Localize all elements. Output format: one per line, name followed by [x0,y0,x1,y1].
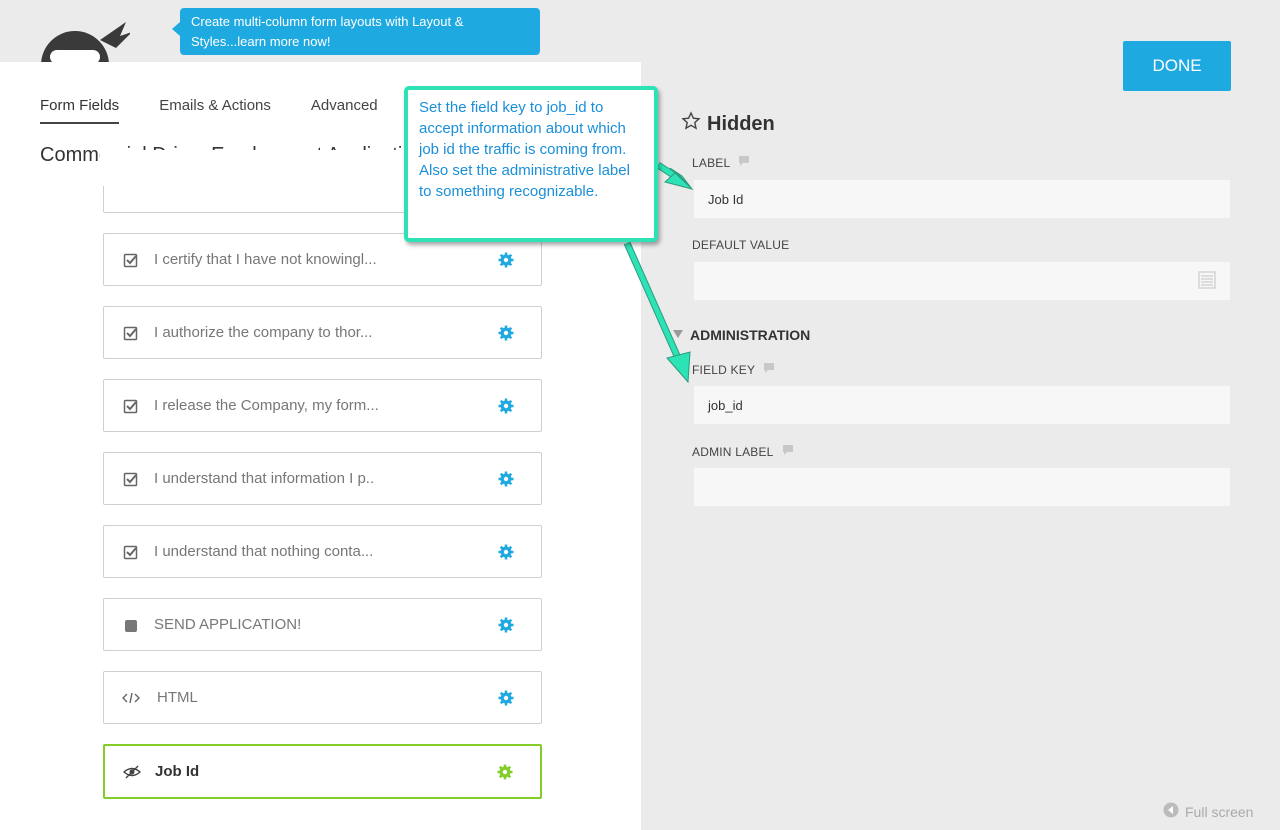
fullscreen-arrow-icon [1163,802,1179,821]
checkbox-icon [104,325,154,341]
gear-icon[interactable] [471,398,541,414]
gear-icon[interactable] [471,617,541,633]
checkbox-icon [104,471,154,487]
gear-icon[interactable] [470,764,540,780]
field-label: SEND APPLICATION! [154,616,302,633]
admin-label-caption: ADMIN LABEL [692,444,794,459]
default-value-caption: DEFAULT VALUE [692,238,789,252]
checkbox-icon [104,544,154,560]
field-key-caption-text: FIELD KEY [692,362,756,377]
tab-form-fields[interactable]: Form Fields [40,97,120,124]
hidden-eye-icon [105,764,155,780]
field-label: I understand that nothing conta... [154,543,374,560]
administration-section-toggle[interactable]: ADMINISTRATION [672,327,810,343]
collapse-triangle-icon [672,327,684,343]
field-item[interactable]: I authorize the company to thor... [103,306,542,359]
submit-square-icon [104,617,154,633]
drawer-title-text: Hidden [707,112,775,135]
tutorial-callout: Set the field key to job_id to accept in… [404,86,658,242]
star-icon[interactable] [681,111,701,137]
field-list-mask [100,150,410,186]
label-input[interactable]: Job Id [693,179,1231,219]
gear-icon[interactable] [471,252,541,268]
field-item[interactable]: I understand that information I p.. [103,452,542,505]
tab-emails-actions[interactable]: Emails & Actions [159,97,271,124]
help-bubble-icon[interactable] [782,444,794,459]
field-label: HTML [157,689,198,706]
field-label: I release the Company, my form... [154,397,379,414]
field-item[interactable]: HTML [103,671,542,724]
help-bubble-icon[interactable] [763,362,775,377]
tab-advanced[interactable]: Advanced [311,97,378,124]
field-label: I understand that information I p.. [154,470,375,487]
field-item[interactable]: I release the Company, my form... [103,379,542,432]
admin-label-caption-text: ADMIN LABEL [692,444,774,459]
field-label: Job Id [155,763,200,780]
gear-icon[interactable] [471,325,541,341]
merge-tags-icon[interactable] [1198,270,1216,292]
default-value-caption-text: DEFAULT VALUE [692,238,790,252]
checkbox-icon [104,398,154,414]
label-caption: LABEL [692,155,750,170]
admin-label-input[interactable] [693,467,1231,507]
promo-banner[interactable]: Create multi-column form layouts with La… [172,8,540,55]
done-button[interactable]: DONE [1123,41,1231,91]
ninja-logo [41,22,130,70]
builder-tabs: Form Fields Emails & Actions Advanced [40,97,418,124]
gear-icon[interactable] [471,690,541,706]
field-item-selected[interactable]: Job Id [103,744,542,799]
field-item[interactable]: I understand that nothing conta... [103,525,542,578]
field-key-input[interactable]: job_id [693,385,1231,425]
checkbox-icon [104,252,154,268]
default-value-input[interactable] [693,261,1231,301]
field-item[interactable]: SEND APPLICATION! [103,598,542,651]
field-label: I authorize the company to thor... [154,324,373,341]
gear-icon[interactable] [471,544,541,560]
field-label: I certify that I have not knowingl... [154,251,377,268]
drawer-title: Hidden [681,111,775,137]
gear-icon[interactable] [471,471,541,487]
fullscreen-toggle[interactable]: Full screen [1163,802,1253,821]
field-key-caption: FIELD KEY [692,362,775,377]
fullscreen-label: Full screen [1185,803,1254,820]
section-title: ADMINISTRATION [690,327,811,343]
help-bubble-icon[interactable] [738,155,750,170]
label-caption-text: LABEL [692,155,731,170]
code-icon [104,690,154,706]
